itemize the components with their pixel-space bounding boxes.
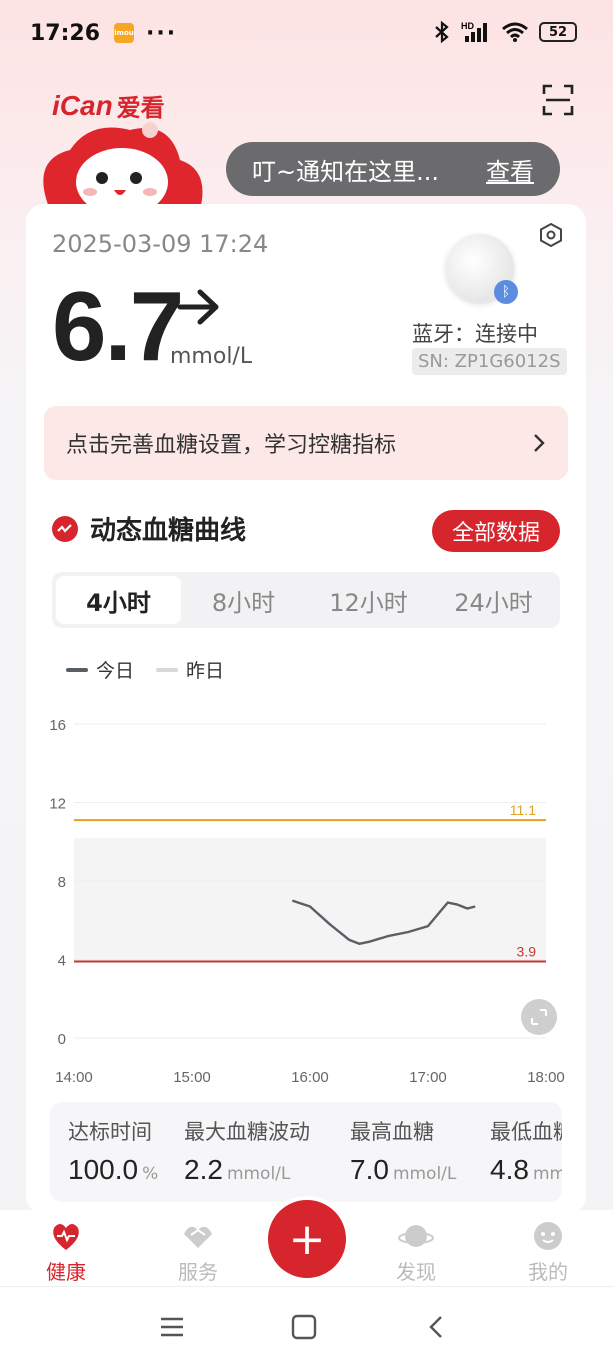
upper-limit-label: 11.1 <box>510 802 536 818</box>
stat-value: 100.0 <box>68 1154 139 1185</box>
system-navigation-bar <box>0 1286 613 1364</box>
x-tick-label: 15:00 <box>173 1069 211 1086</box>
status-time: 17:26 <box>30 20 101 46</box>
trend-right-arrow-icon <box>177 289 219 325</box>
back-icon[interactable] <box>416 1307 456 1347</box>
view-notification-link[interactable]: 查看 <box>486 152 534 187</box>
x-tick-label: 14:00 <box>55 1069 93 1086</box>
legend-yesterday: 昨日 <box>156 656 224 683</box>
nav-health-label: 健康 <box>46 1260 86 1284</box>
legend-today-swatch <box>66 667 88 672</box>
scan-icon[interactable] <box>542 84 574 116</box>
menu-icon[interactable] <box>152 1307 192 1347</box>
pulse-icon <box>52 515 78 542</box>
more-notifications-icon: ··· <box>146 20 178 46</box>
nav-service-label: 服务 <box>178 1260 218 1284</box>
expand-chart-button[interactable] <box>521 999 557 1035</box>
app-logo: iCan 爱看 <box>52 88 165 123</box>
stat-min-glucose: 最低血糖 4.8mmol/L <box>490 1116 562 1186</box>
reading-timestamp: 2025-03-09 17:24 <box>52 230 269 258</box>
stat-value: 2.2 <box>184 1154 223 1185</box>
bluetooth-status: 蓝牙：连接中 <box>412 322 538 346</box>
nav-mine-label: 我的 <box>528 1260 568 1284</box>
x-tick-label: 18:00 <box>527 1069 565 1086</box>
settings-hexagon-icon[interactable] <box>538 222 564 248</box>
status-bar: 17:26 imou ··· HD 52 <box>0 0 613 66</box>
signal-icon: HD <box>461 21 487 42</box>
stat-value: 7.0 <box>350 1154 389 1185</box>
planet-icon <box>398 1225 434 1247</box>
nav-discover[interactable]: 发现 <box>376 1220 456 1285</box>
glucose-card: 2025-03-09 17:24 6.7 mmol/L ᛒ 蓝牙：连接中 SN:… <box>26 204 586 1214</box>
status-indicators: HD 52 <box>433 20 577 44</box>
notification-bubble[interactable]: 叮~通知在这里... 查看 <box>226 142 560 196</box>
setup-banner-label: 点击完善血糖设置，学习控糖指标 <box>66 433 397 458</box>
y-tick-label: 8 <box>58 874 66 891</box>
bluetooth-icon <box>435 20 449 44</box>
legend-yesterday-swatch <box>156 667 179 672</box>
stat-max-fluctuation: 最大血糖波动 2.2 mmol/L <box>184 1116 310 1186</box>
stats-panel: 达标时间 100.0% 最大血糖波动 2.2 mmol/L 最高血糖 7.0 mmo… <box>50 1102 562 1202</box>
tab-24h[interactable]: 24小时 <box>431 576 556 624</box>
legend-today: 今日 <box>66 656 134 683</box>
stat-label: 最低血糖 <box>490 1120 562 1144</box>
nav-discover-label: 发现 <box>396 1260 436 1284</box>
stat-unit: mmol/L <box>226 1164 291 1184</box>
y-tick-label: 4 <box>58 953 66 970</box>
stat-time-in-range: 达标时间 100.0% <box>68 1116 158 1186</box>
legend-yesterday-label: 昨日 <box>186 660 225 682</box>
home-icon[interactable] <box>284 1307 324 1347</box>
tab-8h[interactable]: 8小时 <box>181 576 306 624</box>
glucose-chart: 16 12 8 4 0 14:00 15:00 16:00 17:00 18:00 11.1 3.9 <box>49 717 565 1086</box>
x-tick-label: 16:00 <box>291 1069 329 1086</box>
stat-label: 最高血糖 <box>350 1120 434 1144</box>
lower-limit-label: 3.9 <box>517 943 537 959</box>
nav-health[interactable]: 健康 <box>26 1220 106 1285</box>
tab-4h[interactable]: 4小时 <box>56 576 181 624</box>
glucose-value: 6.7 <box>52 271 184 381</box>
battery-indicator: 52 <box>539 22 577 42</box>
mascot-image <box>43 122 203 210</box>
face-icon <box>534 1222 562 1250</box>
curve-title-text: 动态血糖曲线 <box>90 516 247 546</box>
brand-name: iCan <box>52 89 113 121</box>
glucose-setup-banner[interactable]: 点击完善血糖设置，学习控糖指标 <box>44 406 568 480</box>
y-tick-label: 16 <box>49 717 66 734</box>
time-range-tabs: 4小时 8小时 12小时 24小时 <box>52 572 560 628</box>
x-tick-label: 17:00 <box>409 1069 447 1086</box>
serial-number: SN: ZP1G6012S <box>412 348 567 375</box>
stat-label: 最大血糖波动 <box>184 1120 310 1144</box>
nav-mine[interactable]: 我的 <box>508 1220 588 1285</box>
legend-today-label: 今日 <box>96 660 135 682</box>
svg-text:HD: HD <box>461 21 474 31</box>
nav-service[interactable]: 服务 <box>158 1220 238 1285</box>
tab-12h[interactable]: 12小时 <box>306 576 431 624</box>
stat-value: 4.8 <box>490 1154 529 1185</box>
handshake-icon <box>184 1226 212 1248</box>
target-range-band <box>74 838 546 962</box>
imou-app-icon: imou <box>114 23 135 43</box>
bluetooth-badge-icon: ᛒ <box>494 280 518 304</box>
sensor-device-image[interactable]: ᛒ <box>446 234 518 304</box>
curve-section-title: 动态血糖曲线 <box>52 510 246 547</box>
notification-message: 叮~通知在这里... <box>252 157 439 186</box>
wifi-icon <box>502 22 528 42</box>
stat-unit: % <box>142 1164 159 1184</box>
y-tick-label: 0 <box>58 1031 66 1048</box>
chart-legend: 今日 昨日 <box>66 656 246 683</box>
heart-pulse-icon <box>53 1224 79 1250</box>
stat-unit: mmol/L <box>392 1164 457 1184</box>
stat-unit: mmol/L <box>532 1164 562 1184</box>
all-data-button[interactable]: 全部数据 <box>432 510 560 552</box>
stat-max-glucose: 最高血糖 7.0 mmol/L <box>350 1116 456 1186</box>
brand-name-cn: 爱看 <box>116 94 165 122</box>
stat-label: 达标时间 <box>68 1120 152 1144</box>
glucose-unit: mmol/L <box>170 344 253 369</box>
y-tick-label: 12 <box>49 796 66 813</box>
chevron-right-icon <box>534 434 545 452</box>
add-record-button[interactable]: + <box>264 1196 350 1282</box>
